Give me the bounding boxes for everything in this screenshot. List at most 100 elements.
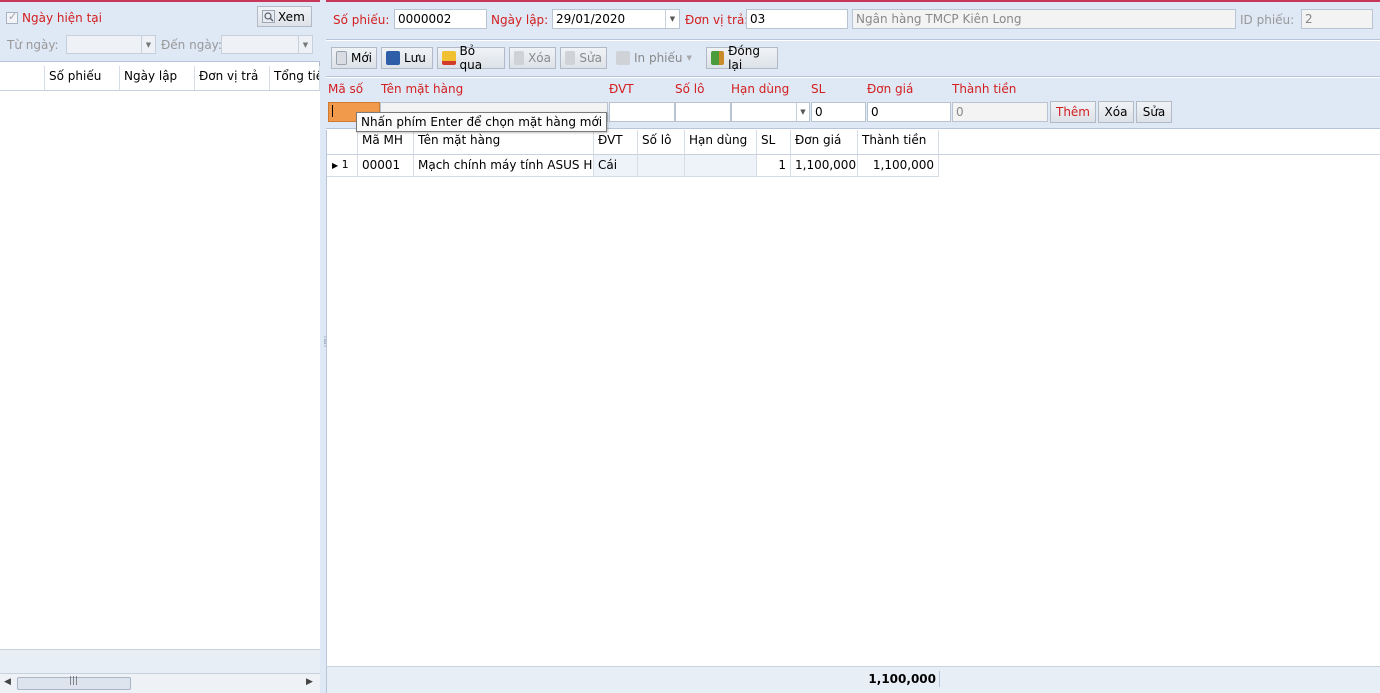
price-input[interactable]: 0 [867, 102, 951, 122]
chevron-down-icon[interactable]: ▼ [796, 103, 809, 121]
voucher-no-label: Số phiếu: [333, 13, 390, 27]
chevron-down-icon[interactable]: ▼ [665, 10, 679, 28]
cell-lot[interactable] [638, 155, 685, 176]
amount-label: Thành tiền [952, 82, 1017, 96]
current-date-checkbox[interactable]: Ngày hiện tại [6, 10, 102, 25]
folder-cancel-icon [442, 51, 456, 65]
view-button[interactable]: Xem [257, 6, 312, 27]
delete-item-button[interactable]: Xóa [1098, 101, 1134, 123]
col-voucher-no[interactable]: Số phiếu [45, 66, 120, 90]
printer-icon [616, 51, 630, 65]
new-doc-icon [336, 51, 347, 65]
table-row[interactable]: ▶ 1 00001 Mạch chính máy tính ASUS H81 C… [327, 155, 939, 177]
unit-input[interactable] [609, 102, 675, 122]
date-label: Ngày lập: [491, 13, 549, 27]
cell-price[interactable]: 1,100,000 [791, 155, 858, 176]
skip-button-label: Bỏ qua [459, 44, 483, 72]
code-label: Mã số [328, 82, 364, 96]
col-lot[interactable]: Số lô [638, 130, 685, 154]
col-qty[interactable]: SL [757, 130, 791, 154]
voucher-header: Số phiếu: 0000002 Ngày lập: 29/01/2020 ▼… [326, 0, 1380, 40]
cell-item-code[interactable]: 00001 [358, 155, 414, 176]
edit-item-button[interactable]: Sửa [1136, 101, 1172, 123]
cell-unit[interactable]: Cái [594, 155, 638, 176]
horizontal-scrollbar[interactable]: ◀ ||| ▶ [0, 673, 320, 693]
col-unit[interactable]: ĐVT [594, 130, 638, 154]
add-item-button[interactable]: Thêm [1050, 101, 1096, 123]
list-grid-header: Số phiếu Ngày lập Đơn vị trả Tổng tiền [0, 66, 320, 91]
expiry-input[interactable]: ▼ [731, 102, 810, 122]
chevron-down-icon[interactable]: ▼ [298, 36, 312, 53]
expiry-label: Hạn dùng [731, 82, 790, 96]
col-price[interactable]: Đơn giá [791, 130, 858, 154]
from-date-label: Từ ngày: [7, 38, 59, 52]
col-item-name[interactable]: Tên mặt hàng [414, 130, 594, 154]
row-indicator-header [0, 66, 45, 90]
qty-label: SL [811, 82, 826, 96]
skip-button[interactable]: Bỏ qua [437, 44, 505, 72]
name-label: Tên mặt hàng [381, 82, 464, 96]
checkbox-icon [6, 10, 18, 24]
row-number: 1 [341, 158, 349, 171]
detail-grid-footer: 1,100,000 [326, 666, 1380, 693]
price-label: Đơn giá [867, 82, 914, 96]
floppy-disk-icon [386, 51, 400, 65]
date-value: 29/01/2020 [556, 12, 626, 26]
from-date-picker[interactable]: ▼ [66, 35, 156, 54]
row-indicator: ▶ 1 [327, 155, 358, 176]
chevron-down-icon[interactable]: ▼ [141, 36, 155, 53]
new-button-label: Mới [350, 51, 372, 65]
id-field: 2 [1301, 9, 1373, 29]
cell-qty[interactable]: 1 [757, 155, 791, 176]
close-button-label: Đóng lại [728, 44, 760, 72]
col-date[interactable]: Ngày lập [120, 66, 195, 90]
cell-expiry[interactable] [685, 155, 757, 176]
payer-code-input[interactable]: 03 [746, 9, 848, 29]
amount-field: 0 [952, 102, 1048, 122]
save-button-label: Lưu [404, 51, 426, 65]
date-input[interactable]: 29/01/2020 ▼ [552, 9, 680, 29]
close-button[interactable]: Đóng lại [706, 44, 778, 72]
detail-grid[interactable]: Mã MH Tên mặt hàng ĐVT Số lô Hạn dùng SL… [326, 130, 1380, 666]
delete-button[interactable]: Xóa [509, 47, 556, 69]
lot-input[interactable] [675, 102, 731, 122]
chevron-down-icon[interactable]: ▼ [687, 54, 692, 62]
list-grid-footer [0, 649, 320, 673]
col-item-code[interactable]: Mã MH [358, 130, 414, 154]
grip-icon: ||| [69, 676, 79, 686]
col-payer[interactable]: Đơn vị trả [195, 66, 270, 90]
lot-label: Số lô [675, 82, 705, 96]
code-input-tooltip: Nhấn phím Enter để chọn mặt hàng mới [356, 112, 608, 132]
list-pane: Ngày hiện tại Xem Từ ngày: ▼ Đến ngày: ▼… [0, 0, 320, 693]
total-amount: 1,100,000 [868, 672, 936, 686]
edit-icon [565, 51, 576, 65]
detail-pane: Số phiếu: 0000002 Ngày lập: 29/01/2020 ▼… [326, 0, 1380, 693]
col-total[interactable]: Tổng tiền [270, 66, 320, 90]
edit-button[interactable]: Sửa [560, 47, 607, 69]
col-amount[interactable]: Thành tiền [858, 130, 939, 154]
edit-button-label: Sửa [579, 51, 602, 65]
delete-button-label: Xóa [528, 51, 551, 65]
row-indicator-header [327, 130, 358, 154]
scroll-thumb[interactable]: ||| [17, 676, 131, 690]
payer-name-field: Ngân hàng TMCP Kiên Long [852, 9, 1236, 29]
print-button[interactable]: In phiếu ▼ [611, 47, 702, 69]
cell-amount[interactable]: 1,100,000 [858, 155, 939, 176]
save-button[interactable]: Lưu [381, 47, 433, 69]
voucher-no-input[interactable]: 0000002 [394, 9, 487, 29]
unit-label: ĐVT [609, 82, 634, 96]
filter-panel: Ngày hiện tại Xem Từ ngày: ▼ Đến ngày: ▼ [0, 0, 320, 62]
toolbar: Mới Lưu Bỏ qua Xóa Sửa In phiếu ▼ Đóng l… [326, 41, 1380, 77]
qty-input[interactable]: 0 [811, 102, 866, 122]
new-button[interactable]: Mới [331, 47, 377, 69]
current-row-arrow-icon: ▶ [332, 161, 339, 170]
exit-door-icon [711, 51, 725, 65]
id-label: ID phiếu: [1240, 13, 1295, 27]
cell-item-name[interactable]: Mạch chính máy tính ASUS H81 [414, 155, 594, 176]
to-date-picker[interactable]: ▼ [221, 35, 313, 54]
list-grid-body[interactable] [0, 91, 320, 649]
scroll-left-icon[interactable]: ◀ [4, 677, 11, 687]
text-caret [332, 105, 333, 117]
scroll-right-icon[interactable]: ▶ [306, 677, 313, 687]
col-expiry[interactable]: Hạn dùng [685, 130, 757, 154]
